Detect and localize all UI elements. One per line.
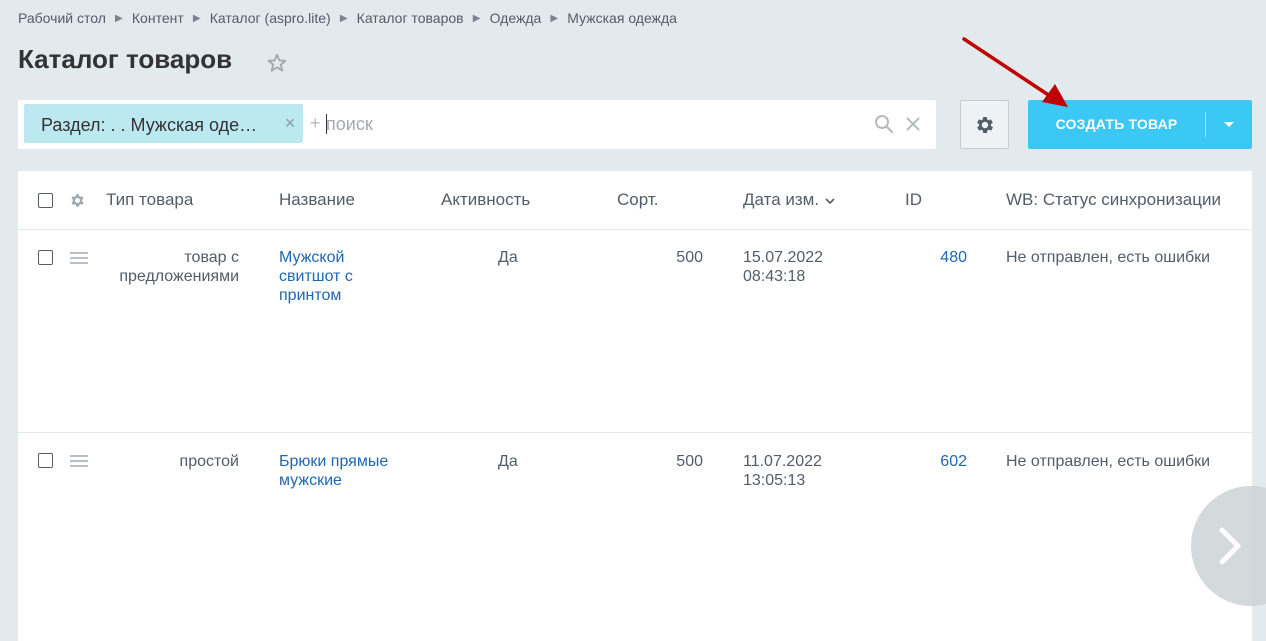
name-line: мужские: [279, 472, 342, 489]
wb-status-cell: Не отправлен, есть ошибки: [1006, 249, 1211, 266]
breadcrumb: Рабочий стол ▶ Контент ▶ Каталог (aspro.…: [18, 10, 677, 26]
date-cell: 15.07.2022 08:43:18: [743, 248, 823, 286]
time-value: 13:05:13: [743, 472, 806, 489]
column-header-date-label: Дата изм.: [743, 190, 820, 209]
breadcrumb-item[interactable]: Одежда: [490, 10, 542, 26]
product-grid: Тип товара Название Активность Сорт. Дат…: [18, 171, 1252, 641]
column-header-id[interactable]: ID: [905, 190, 922, 210]
select-all-checkbox[interactable]: [38, 193, 53, 208]
arrow-annotation: [962, 37, 1068, 107]
breadcrumb-item[interactable]: Каталог (aspro.lite): [210, 10, 331, 26]
sort-cell: 500: [676, 249, 703, 266]
type-cell: товар с предложениями: [98, 248, 239, 286]
chevron-right-icon: ▶: [115, 12, 123, 24]
drag-handle-icon[interactable]: [70, 455, 88, 470]
create-dropdown-button[interactable]: [1206, 100, 1252, 149]
name-line: принтом: [279, 287, 342, 304]
column-header-name[interactable]: Название: [279, 190, 355, 210]
name-line: Мужской: [279, 249, 345, 266]
gear-icon: [977, 117, 993, 133]
active-cell: Да: [498, 453, 518, 470]
wb-status-cell: Не отправлен, есть ошибки: [1006, 453, 1211, 470]
id-link[interactable]: 480: [898, 248, 967, 267]
filter-chip-label: Раздел: . . Мужская оде…: [41, 115, 258, 135]
chevron-right-icon: ▶: [339, 12, 348, 24]
type-line: товар с: [184, 249, 239, 266]
row-checkbox[interactable]: [38, 453, 53, 468]
chevron-down-icon: [825, 197, 835, 204]
id-link[interactable]: 602: [898, 452, 967, 471]
filter-bar[interactable]: Раздел: . . Мужская оде… × +: [18, 100, 936, 149]
breadcrumb-item[interactable]: Каталог товаров: [357, 10, 464, 26]
chevron-right-icon: ▶: [550, 12, 559, 24]
name-line: Брюки прямые: [279, 453, 389, 470]
drag-handle-icon[interactable]: [70, 252, 88, 267]
date-cell: 11.07.2022 13:05:13: [743, 452, 822, 490]
breadcrumb-item[interactable]: Рабочий стол: [18, 10, 106, 26]
column-header-sort[interactable]: Сорт.: [617, 190, 658, 210]
sort-cell: 500: [676, 453, 703, 470]
search-input[interactable]: [326, 110, 866, 138]
column-header-date[interactable]: Дата изм.: [743, 190, 835, 210]
date-value: 11.07.2022: [743, 453, 822, 470]
column-header-active[interactable]: Активность: [441, 190, 530, 210]
close-icon[interactable]: [904, 115, 922, 133]
type-cell: простой: [98, 452, 239, 471]
time-value: 08:43:18: [743, 268, 806, 285]
product-name-link[interactable]: Мужской свитшот с принтом: [279, 248, 419, 305]
search-icon[interactable]: [874, 114, 894, 134]
star-icon[interactable]: [266, 52, 288, 74]
type-line: предложениями: [119, 268, 239, 285]
page-title: Каталог товаров: [18, 44, 233, 74]
table-row[interactable]: товар с предложениями Мужской свитшот с …: [18, 230, 1252, 433]
column-header-type[interactable]: Тип товара: [106, 190, 193, 210]
type-line: простой: [179, 453, 239, 470]
row-checkbox[interactable]: [38, 250, 53, 265]
text-caret: [326, 114, 327, 134]
chevron-right-icon: ▶: [192, 12, 201, 24]
chevron-right-icon: [1219, 527, 1241, 565]
chevron-down-icon: [1224, 122, 1234, 127]
grid-header: Тип товара Название Активность Сорт. Дат…: [18, 171, 1252, 230]
table-row[interactable]: простой Брюки прямые мужские Да 500 11.0…: [18, 433, 1252, 641]
date-value: 15.07.2022: [743, 249, 824, 266]
product-name-link[interactable]: Брюки прямые мужские: [279, 452, 419, 490]
breadcrumb-item[interactable]: Мужская одежда: [567, 10, 677, 26]
breadcrumb-item[interactable]: Контент: [132, 10, 184, 26]
column-header-wb-status[interactable]: WB: Статус синхронизации: [1006, 190, 1221, 210]
close-icon[interactable]: ×: [283, 113, 297, 133]
gear-icon[interactable]: [69, 192, 86, 209]
chevron-right-icon: ▶: [472, 12, 481, 24]
name-line: свитшот с: [279, 268, 353, 285]
filter-chip[interactable]: Раздел: . . Мужская оде… ×: [24, 104, 303, 143]
active-cell: Да: [498, 249, 518, 266]
plus-icon: +: [310, 113, 321, 133]
